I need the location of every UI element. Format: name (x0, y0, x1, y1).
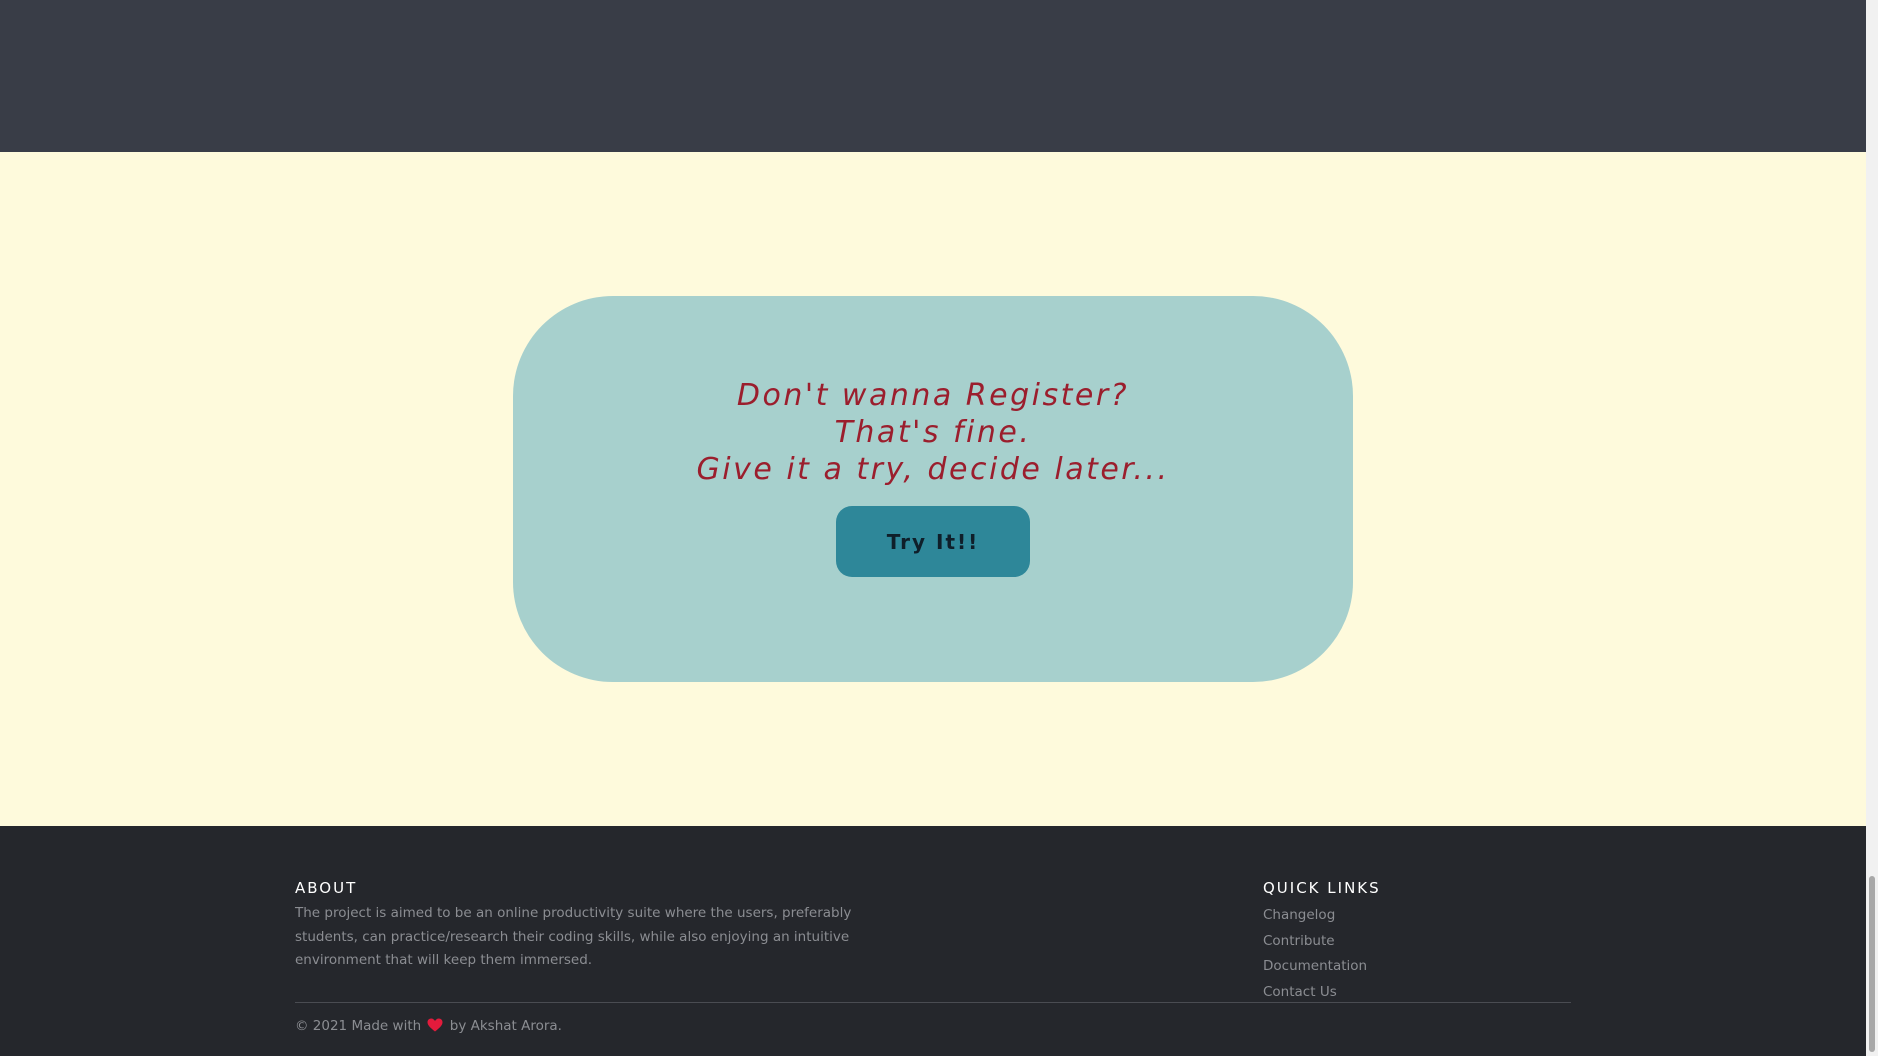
quick-link-item: Documentation (1263, 953, 1583, 979)
contact-us-link[interactable]: Contact Us (1263, 984, 1337, 1000)
contribute-link[interactable]: Contribute (1263, 933, 1335, 949)
cta-heading-line-2: That's fine. (834, 415, 1032, 450)
scrollbar-thumb[interactable] (1869, 876, 1875, 1052)
footer: ABOUT The project is aimed to be an onli… (0, 826, 1866, 1056)
footer-divider (295, 1002, 1571, 1003)
cta-heading: Don't wanna Register? That's fine. Give … (513, 377, 1353, 488)
footer-quick-links-title: QUICK LINKS (1263, 879, 1381, 897)
footer-about-text: The project is aimed to be an online pro… (295, 905, 852, 968)
quick-links-list: Changelog Contribute Documentation Conta… (1263, 902, 1583, 1004)
footer-copyright: © 2021 Made with by Akshat Arora. (295, 1016, 562, 1036)
copyright-suffix: by Akshat Arora. (449, 1018, 562, 1034)
top-band (0, 0, 1866, 152)
documentation-link[interactable]: Documentation (1263, 958, 1367, 974)
quick-link-item: Changelog (1263, 902, 1583, 928)
changelog-link[interactable]: Changelog (1263, 907, 1335, 923)
footer-about-title: ABOUT (295, 879, 358, 897)
vertical-scrollbar[interactable] (1866, 0, 1878, 1056)
cta-heading-line-1: Don't wanna Register? (736, 378, 1130, 413)
quick-link-item: Contribute (1263, 928, 1583, 954)
cta-heading-line-3: Give it a try, decide later... (696, 452, 1170, 487)
heart-icon (427, 1018, 443, 1032)
footer-quick-links: QUICK LINKS Changelog Contribute Documen… (1263, 878, 1583, 1004)
cta-card: Don't wanna Register? That's fine. Give … (513, 296, 1353, 682)
cta-section: Don't wanna Register? That's fine. Give … (0, 152, 1866, 826)
quick-link-item: Contact Us (1263, 979, 1583, 1005)
copyright-prefix: © 2021 Made with (295, 1018, 422, 1034)
page: Don't wanna Register? That's fine. Give … (0, 0, 1878, 1056)
try-it-button[interactable]: Try It!! (836, 506, 1030, 577)
footer-about: ABOUT The project is aimed to be an onli… (295, 878, 915, 973)
